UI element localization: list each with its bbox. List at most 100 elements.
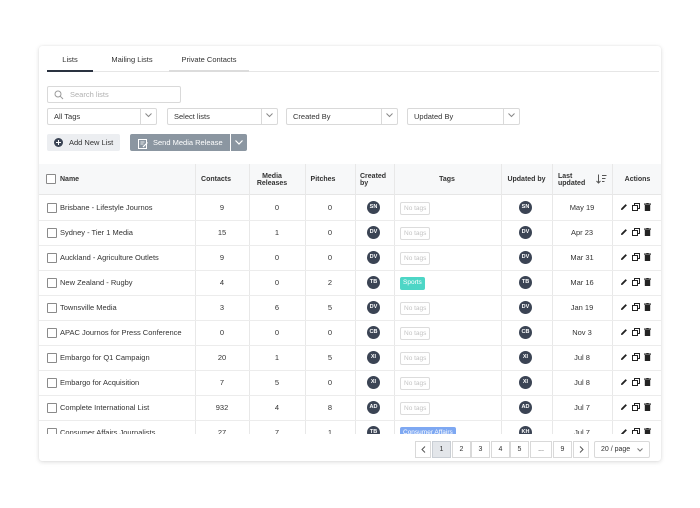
send-media-release-button[interactable]: Send Media Release: [130, 134, 230, 151]
duplicate-icon[interactable]: [632, 303, 640, 313]
sort-descending-icon[interactable]: [596, 174, 607, 186]
list-name[interactable]: Townsville Media: [60, 296, 194, 320]
edit-icon[interactable]: [620, 378, 628, 388]
table-row[interactable]: Auckland - Agriculture Outlets 9 0 0 DV No ta…: [39, 246, 661, 271]
duplicate-icon[interactable]: [632, 228, 640, 238]
tab-private-contacts[interactable]: Private Contacts: [169, 46, 249, 72]
duplicate-icon[interactable]: [632, 403, 640, 413]
header-media-releases-line2: Releases: [256, 179, 288, 187]
list-name[interactable]: Embargo for Acquisition: [60, 371, 194, 395]
send-media-release-label: Send Media Release: [153, 138, 223, 147]
created-by-filter-select[interactable]: Created By: [286, 108, 398, 125]
pagination-page-1[interactable]: 1: [432, 441, 451, 458]
edit-icon[interactable]: [620, 253, 628, 263]
duplicate-icon[interactable]: [632, 203, 640, 213]
duplicate-icon[interactable]: [632, 328, 640, 338]
created-by-avatar: TB: [367, 426, 380, 434]
table-row[interactable]: APAC Journos for Press Conference 0 0 0 CB No…: [39, 321, 661, 346]
row-checkbox[interactable]: [47, 328, 57, 338]
edit-icon[interactable]: [620, 403, 628, 413]
updated-by-filter-value: Updated By: [414, 112, 454, 121]
row-checkbox[interactable]: [47, 278, 57, 288]
header-media-releases[interactable]: Media Releases: [250, 164, 294, 195]
header-pitches[interactable]: Pitches: [307, 164, 339, 195]
updated-by-filter-select[interactable]: Updated By: [407, 108, 520, 125]
row-checkbox[interactable]: [47, 378, 57, 388]
table-row[interactable]: Embargo for Acquisition 7 5 0 XI No tags XI Jul…: [39, 371, 661, 396]
list-name[interactable]: Sydney - Tier 1 Media: [60, 221, 194, 245]
table-row[interactable]: Complete International List 932 4 8 AD No tag…: [39, 396, 661, 421]
edit-icon[interactable]: [620, 328, 628, 338]
row-checkbox[interactable]: [47, 253, 57, 263]
row-actions: [619, 378, 653, 388]
created-by-filter-value: Created By: [293, 112, 331, 121]
pagination-page-2[interactable]: 2: [452, 441, 471, 458]
tag-badge: No tags: [400, 202, 431, 215]
table-row[interactable]: Brisbane - Lifestyle Journos 9 0 0 SN No tags…: [39, 196, 661, 221]
header-last-updated[interactable]: Last updated: [558, 164, 592, 195]
pagination-page-5[interactable]: 5: [510, 441, 529, 458]
row-checkbox[interactable]: [47, 428, 57, 434]
table-row[interactable]: Consumer Affairs Journalists 27 7 1 TB Consum…: [39, 421, 661, 434]
tag-badge: Sports: [400, 277, 425, 290]
list-name[interactable]: Consumer Affairs Journalists: [60, 421, 194, 434]
edit-icon[interactable]: [620, 203, 628, 213]
duplicate-icon[interactable]: [632, 278, 640, 288]
edit-icon[interactable]: [620, 278, 628, 288]
lists-filter-select[interactable]: Select lists: [167, 108, 278, 125]
trash-icon[interactable]: [644, 253, 651, 263]
row-checkbox[interactable]: [47, 203, 57, 213]
pagination-ellipsis[interactable]: ...: [530, 441, 552, 458]
row-checkbox[interactable]: [47, 403, 57, 413]
trash-icon[interactable]: [644, 303, 651, 313]
table-row[interactable]: New Zealand - Rugby 4 0 2 TB Sports TB Mar 16: [39, 271, 661, 296]
duplicate-icon[interactable]: [632, 428, 640, 434]
tags-filter-select[interactable]: All Tags: [47, 108, 157, 125]
pagination-page-3[interactable]: 3: [471, 441, 490, 458]
list-name[interactable]: Brisbane - Lifestyle Journos: [60, 196, 194, 220]
list-name[interactable]: New Zealand - Rugby: [60, 271, 194, 295]
duplicate-icon[interactable]: [632, 253, 640, 263]
edit-icon[interactable]: [620, 228, 628, 238]
duplicate-icon[interactable]: [632, 378, 640, 388]
trash-icon[interactable]: [644, 328, 651, 338]
table-row[interactable]: Embargo for Q1 Campaign 20 1 5 XI No tags XI Ju…: [39, 346, 661, 371]
search-input[interactable]: [70, 88, 175, 101]
header-updated-by[interactable]: Updated by: [501, 164, 552, 195]
header-created-by[interactable]: Created by: [360, 164, 394, 195]
header-contacts[interactable]: Contacts: [196, 164, 236, 195]
trash-icon[interactable]: [644, 403, 651, 413]
header-name[interactable]: Name: [60, 164, 190, 195]
trash-icon[interactable]: [644, 428, 651, 434]
edit-icon[interactable]: [620, 428, 628, 434]
edit-icon[interactable]: [620, 353, 628, 363]
list-name[interactable]: Auckland - Agriculture Outlets: [60, 246, 194, 270]
trash-icon[interactable]: [644, 278, 651, 288]
trash-icon[interactable]: [644, 228, 651, 238]
tab-mailing-lists[interactable]: Mailing Lists: [97, 46, 167, 72]
send-options-dropdown[interactable]: [231, 134, 247, 151]
search-box[interactable]: [47, 86, 181, 103]
row-checkbox[interactable]: [47, 303, 57, 313]
add-new-list-button[interactable]: Add New List: [47, 134, 120, 151]
list-name[interactable]: Embargo for Q1 Campaign: [60, 346, 194, 370]
duplicate-icon[interactable]: [632, 353, 640, 363]
row-checkbox[interactable]: [47, 353, 57, 363]
list-name[interactable]: Complete International List: [60, 396, 194, 420]
edit-icon[interactable]: [620, 303, 628, 313]
trash-icon[interactable]: [644, 353, 651, 363]
pagination-prev-button[interactable]: [415, 441, 431, 458]
pagination-page-9[interactable]: 9: [553, 441, 572, 458]
list-name[interactable]: APAC Journos for Press Conference: [60, 321, 194, 345]
tab-lists[interactable]: Lists: [47, 46, 93, 72]
page-size-select[interactable]: 20 / page: [594, 441, 650, 458]
pagination-page-4[interactable]: 4: [491, 441, 510, 458]
select-all-checkbox[interactable]: [46, 174, 56, 184]
trash-icon[interactable]: [644, 378, 651, 388]
updated-by-avatar: CB: [519, 326, 532, 339]
table-row[interactable]: Townsville Media 3 6 5 DV No tags DV Jan 19: [39, 296, 661, 321]
trash-icon[interactable]: [644, 203, 651, 213]
pagination-next-button[interactable]: [573, 441, 589, 458]
table-row[interactable]: Sydney - Tier 1 Media 15 1 0 DV No tags DV Apr …: [39, 221, 661, 246]
row-checkbox[interactable]: [47, 228, 57, 238]
